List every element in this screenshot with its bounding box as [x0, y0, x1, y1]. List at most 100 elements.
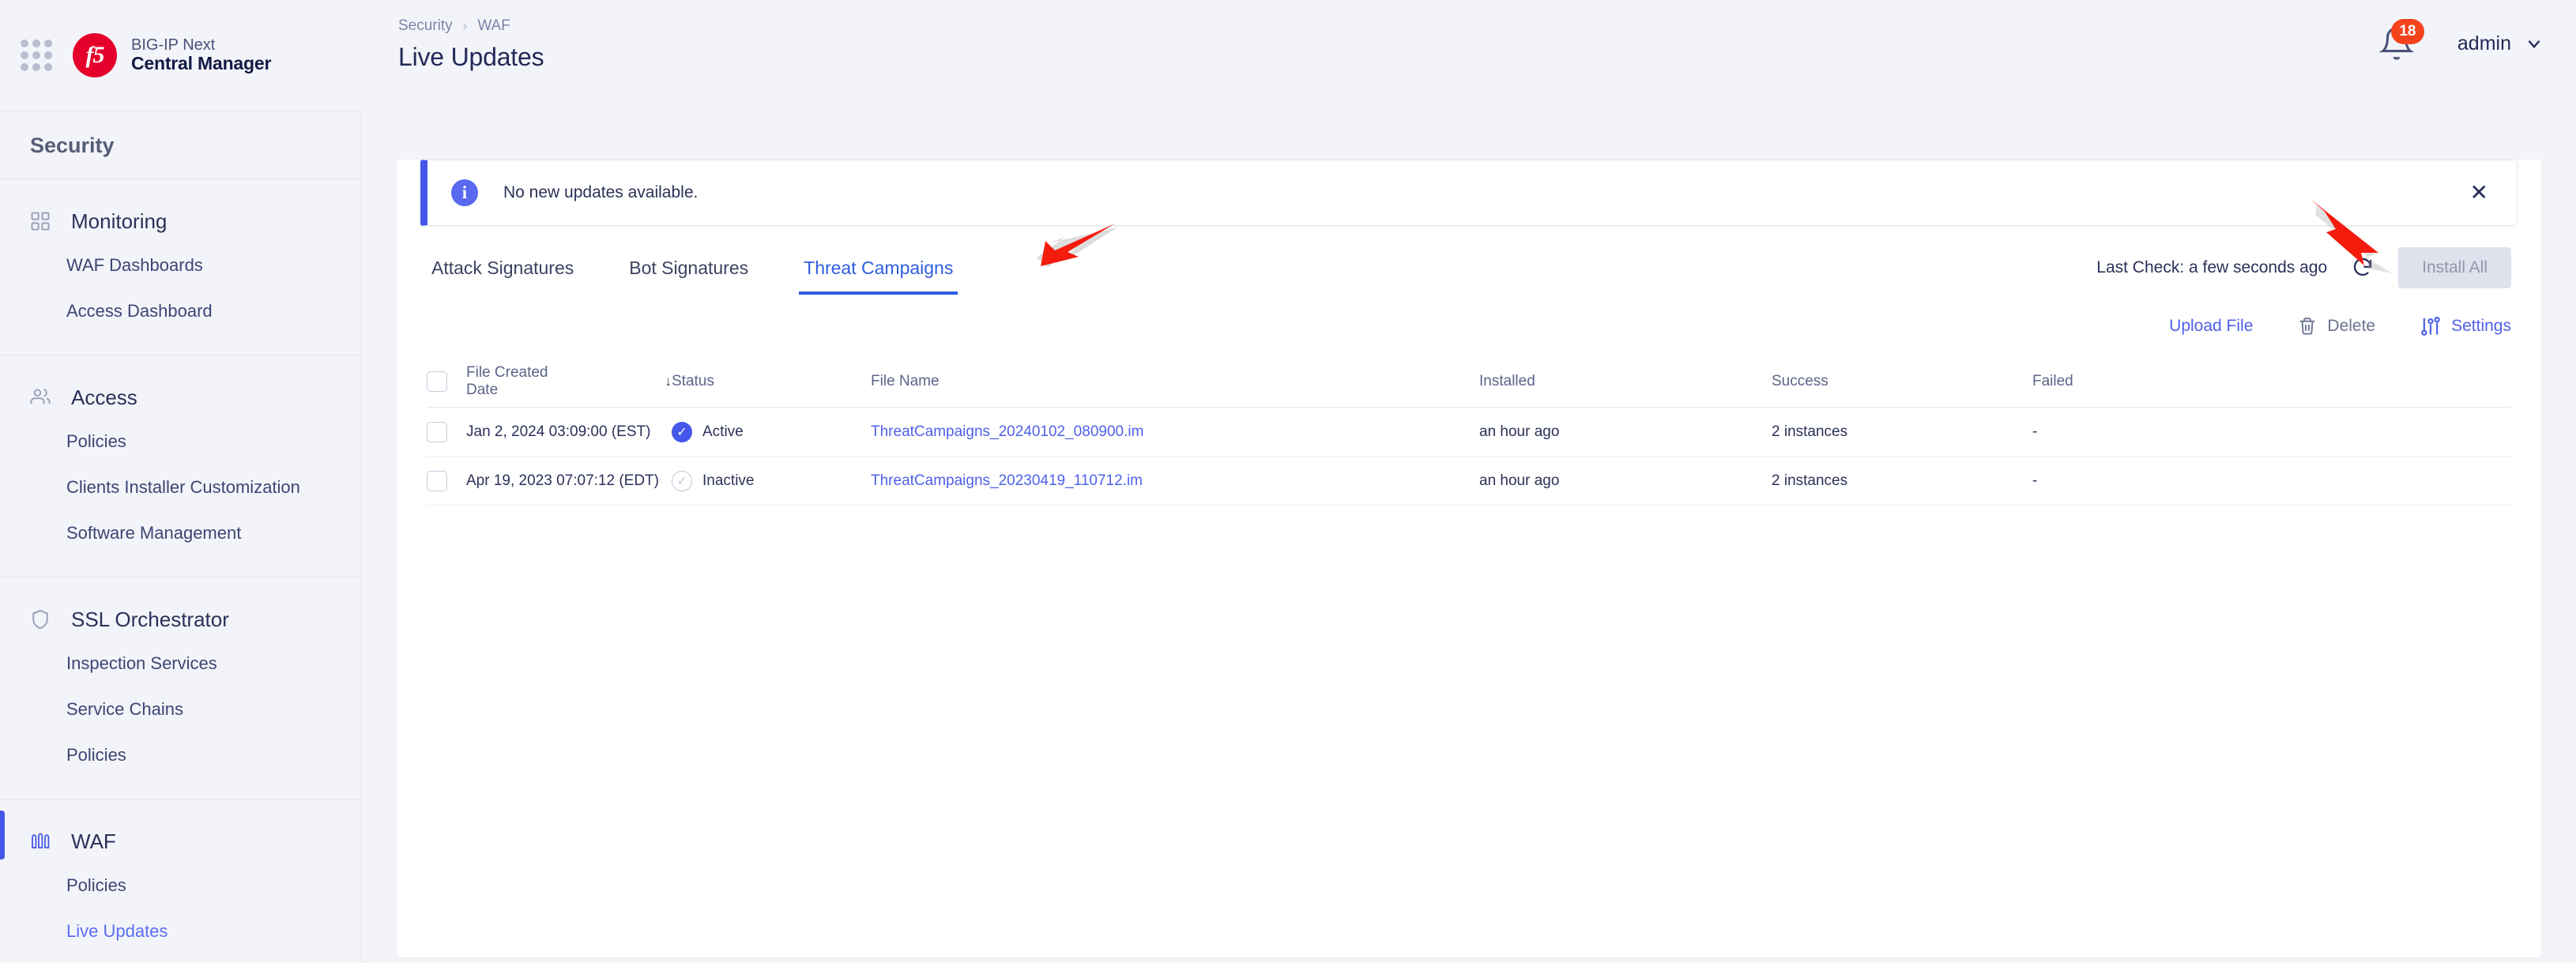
status-active-icon: ✓ — [672, 421, 692, 442]
body-area: Security Monitoring WAF Dashboards Acces… — [0, 111, 2576, 963]
sidebar-item-label: SSL Orchestrator — [71, 607, 229, 631]
sidebar-item-waf-dashboards[interactable]: WAF Dashboards — [0, 243, 361, 288]
close-icon[interactable]: ✕ — [2462, 175, 2496, 210]
user-menu-label: admin — [2457, 32, 2511, 55]
breadcrumb-item-waf[interactable]: WAF — [477, 17, 510, 35]
row-checkbox[interactable] — [427, 470, 447, 491]
column-header-installed[interactable]: Installed — [1479, 365, 1772, 398]
brand-bottom-line: Central Manager — [131, 53, 272, 74]
sidebar-group-waf: WAF Policies Live Updates — [0, 799, 361, 963]
row-checkbox-cell — [427, 463, 466, 499]
column-header-file-created-date[interactable]: File Created Date ↓ — [466, 356, 672, 407]
notifications-button[interactable]: 18 — [2378, 19, 2424, 62]
status-badge: Active — [702, 423, 744, 440]
table-header-row: File Created Date ↓ Status File Name Ins… — [427, 356, 2511, 408]
grid-apps-icon[interactable] — [21, 39, 52, 71]
sidebar-title: Security — [30, 134, 115, 157]
sidebar-item-monitoring[interactable]: Monitoring — [0, 200, 361, 243]
status-badge: Inactive — [702, 472, 755, 489]
cell-installed: an hour ago — [1479, 472, 1560, 489]
breadcrumb-item-security[interactable]: Security — [398, 17, 453, 35]
brand-top-line: BIG-IP Next — [131, 36, 216, 54]
upload-file-label: Upload File — [2169, 317, 2254, 335]
sidebar-item-live-updates[interactable]: Live Updates — [0, 908, 361, 954]
sidebar-item-access-dashboard[interactable]: Access Dashboard — [0, 288, 361, 334]
tabs-row: Attack Signatures Bot Signatures Threat … — [397, 226, 2541, 295]
delete-label: Delete — [2327, 317, 2376, 335]
f5-logo-icon: f5 — [73, 33, 117, 77]
shield-icon — [27, 606, 54, 633]
dashboard-grid-icon — [27, 208, 54, 235]
refresh-icon — [2354, 258, 2372, 276]
select-all-checkbox-cell — [427, 363, 466, 400]
row-checkbox[interactable] — [427, 421, 447, 442]
sidebar-item-sslo-policies[interactable]: Policies — [0, 732, 361, 778]
table-row[interactable]: Jan 2, 2024 03:09:00 (EST) ✓ Active Thre… — [427, 408, 2511, 457]
user-menu[interactable]: admin — [2457, 32, 2544, 55]
sidebar-item-clients-installer-customization[interactable]: Clients Installer Customization — [0, 465, 361, 510]
settings-button[interactable]: Settings — [2420, 315, 2511, 337]
top-bar-right: Security › WAF Live Updates 18 admin — [362, 0, 2576, 111]
sidebar-group-ssl-orchestrator: SSL Orchestrator Inspection Services Ser… — [0, 577, 361, 799]
info-icon: i — [451, 179, 478, 206]
info-banner-message: No new updates available. — [503, 183, 699, 201]
cell-success: 2 instances — [1772, 423, 1848, 440]
delete-button[interactable]: Delete — [2297, 316, 2375, 337]
status-inactive-icon: ✓ — [672, 470, 692, 491]
column-header-failed[interactable]: Failed — [2032, 365, 2511, 398]
tab-attack-signatures[interactable]: Attack Signatures — [427, 246, 578, 295]
sidebar-item-access[interactable]: Access — [0, 376, 361, 419]
brand-logo[interactable]: f5 BIG-IP Next Central Manager — [73, 33, 271, 77]
sidebar-item-service-chains[interactable]: Service Chains — [0, 687, 361, 732]
users-icon — [27, 384, 54, 411]
trash-icon — [2297, 316, 2318, 337]
cell-file-name: ThreatCampaigns_20230419_110712.im — [871, 465, 1479, 498]
page-title: Live Updates — [398, 43, 544, 71]
tab-bot-signatures[interactable]: Bot Signatures — [624, 246, 753, 295]
settings-label: Settings — [2451, 317, 2511, 335]
page-heading-block: Security › WAF Live Updates — [398, 17, 544, 72]
cell-file-name: ThreatCampaigns_20240102_080900.im — [871, 416, 1479, 449]
waf-wall-icon — [27, 828, 54, 855]
sliders-icon — [2420, 315, 2442, 337]
sidebar: Security Monitoring WAF Dashboards Acces… — [0, 111, 362, 963]
file-name-link[interactable]: ThreatCampaigns_20240102_080900.im — [871, 423, 1143, 440]
table-actions-row: Upload File Delete Settings — [397, 295, 2541, 337]
install-all-button[interactable]: Install All — [2398, 247, 2511, 288]
column-header-file-name[interactable]: File Name — [871, 365, 1479, 398]
sidebar-item-label: WAF — [71, 829, 116, 853]
top-bar-left: f5 BIG-IP Next Central Manager — [0, 0, 362, 111]
sidebar-item-software-management[interactable]: Software Management — [0, 510, 361, 556]
column-header-success[interactable]: Success — [1772, 365, 2032, 398]
tab-list: Attack Signatures Bot Signatures Threat … — [427, 246, 1004, 295]
chevron-down-icon — [2528, 39, 2540, 49]
application-root: f5 BIG-IP Next Central Manager Security … — [0, 0, 2576, 963]
cell-installed: an hour ago — [1479, 423, 1560, 440]
sidebar-item-inspection-services[interactable]: Inspection Services — [0, 641, 361, 687]
tab-threat-campaigns[interactable]: Threat Campaigns — [799, 246, 958, 295]
column-header-status[interactable]: Status — [672, 365, 871, 398]
breadcrumb-separator-icon: › — [462, 18, 468, 33]
sidebar-item-label: Access — [71, 385, 137, 409]
content-panel: i No new updates available. ✕ Attack Sig… — [397, 160, 2541, 957]
file-name-link[interactable]: ThreatCampaigns_20230419_110712.im — [871, 472, 1143, 489]
sidebar-item-access-policies[interactable]: Policies — [0, 419, 361, 465]
sidebar-item-waf-policies[interactable]: Policies — [0, 863, 361, 908]
sort-descending-icon[interactable]: ↓ — [665, 374, 672, 389]
top-bar: f5 BIG-IP Next Central Manager Security … — [0, 0, 2576, 111]
notification-count-badge: 18 — [2390, 19, 2424, 44]
live-updates-table: File Created Date ↓ Status File Name Ins… — [427, 356, 2511, 506]
sidebar-item-label: Monitoring — [71, 209, 168, 233]
cell-file-created-date: Jan 2, 2024 03:09:00 (EST) — [466, 423, 651, 440]
row-checkbox-cell — [427, 414, 466, 450]
refresh-button[interactable] — [2351, 256, 2375, 280]
cell-file-created-date: Apr 19, 2023 07:07:12 (EDT) — [466, 472, 659, 489]
select-all-checkbox[interactable] — [427, 371, 447, 392]
upload-file-button[interactable]: Upload File — [2169, 317, 2253, 336]
sidebar-item-ssl-orchestrator[interactable]: SSL Orchestrator — [0, 598, 361, 641]
column-label: File Created Date — [466, 364, 548, 398]
top-bar-actions: 18 admin — [2378, 17, 2544, 62]
cell-failed: - — [2032, 472, 2038, 489]
table-row[interactable]: Apr 19, 2023 07:07:12 (EDT) ✓ Inactive T… — [427, 457, 2511, 506]
sidebar-item-waf[interactable]: WAF — [0, 820, 361, 863]
